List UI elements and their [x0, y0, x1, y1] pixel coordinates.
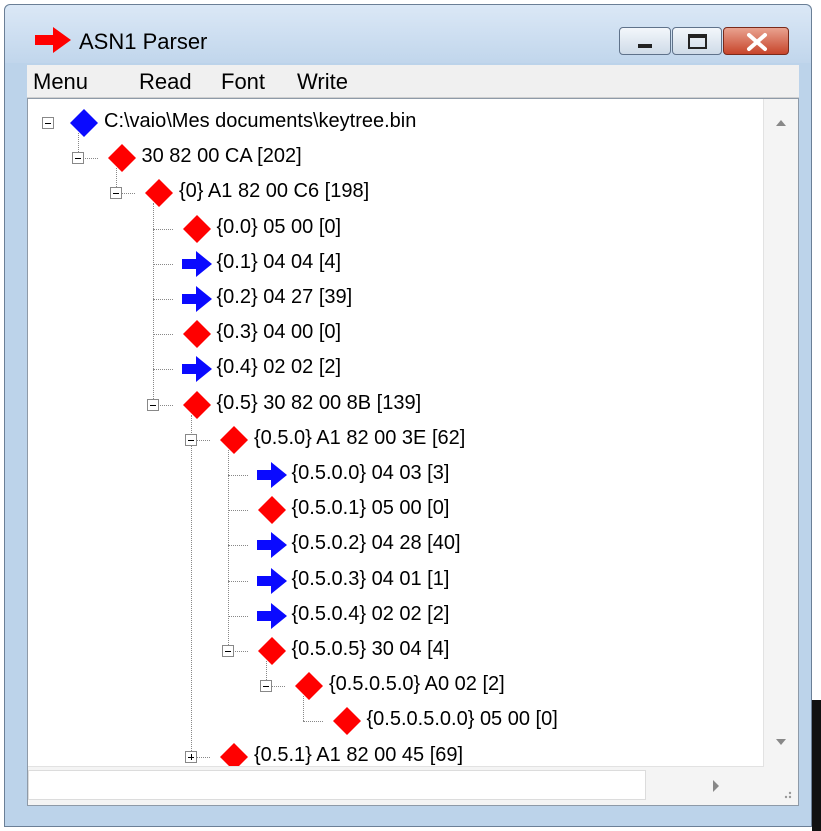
tree-node-label: {0.2} 04 27 [39]	[216, 286, 353, 308]
minimize-icon	[638, 44, 652, 48]
blue-arrow-icon	[181, 356, 212, 383]
scroll-right-arrow-icon[interactable]	[708, 777, 724, 795]
menu-write[interactable]: Write	[297, 69, 348, 95]
tree-node[interactable]: {0.5.0.2} 04 28 [40]	[28, 528, 758, 562]
tree-node-label: {0.5.0.0} 04 03 [3]	[291, 462, 450, 484]
blue-arrow-icon	[256, 602, 287, 629]
collapse-toggle-icon[interactable]	[42, 117, 54, 129]
menu-read[interactable]: Read	[139, 69, 192, 95]
tree-node[interactable]: {0.5.0.5.0} A0 02 [2]	[28, 669, 758, 703]
tree-node-label: {0.1} 04 04 [4]	[216, 250, 342, 273]
tree-node[interactable]: {0.3} 04 00 [0]	[28, 317, 758, 351]
tree-node-label: {0.5.0.1} 05 00 [0]	[291, 497, 450, 520]
tree-node-label: {0.5.0.2} 04 28 [40]	[291, 532, 461, 555]
maximize-button[interactable]	[672, 27, 722, 55]
collapse-toggle-icon[interactable]	[259, 680, 272, 693]
minimize-button[interactable]	[619, 27, 671, 55]
blue-arrow-icon	[181, 250, 212, 277]
tree-node-label: {0.5.0.4} 02 02 [2]	[291, 602, 450, 625]
tree-node[interactable]: {0.5.0.5.0.0} 05 00 [0]	[28, 704, 758, 738]
red-diamond-icon	[145, 179, 173, 208]
collapse-toggle-icon[interactable]	[222, 645, 234, 657]
tree-node[interactable]: {0.4} 02 02 [2]	[28, 352, 758, 386]
red-diamond-icon	[332, 707, 361, 736]
red-diamond-icon	[182, 214, 211, 243]
tree-node[interactable]: 30 82 00 CA [202]	[28, 141, 758, 175]
tree-node[interactable]: {0.5.0.5} 30 04 [4]	[28, 634, 758, 668]
close-icon	[747, 33, 767, 51]
tree-node[interactable]: {0.5.0.0} 04 03 [3]	[28, 458, 758, 492]
collapse-toggle-icon[interactable]	[109, 187, 122, 200]
red-diamond-icon	[182, 390, 211, 419]
background-edge	[812, 700, 821, 831]
size-grip-icon[interactable]	[764, 767, 798, 805]
tree-node[interactable]: {0.5.0.3} 04 01 [1]	[28, 564, 758, 598]
blue-diamond-icon	[70, 109, 98, 137]
blue-arrow-icon	[256, 462, 287, 488]
title-bar[interactable]: ASN1 Parser	[5, 5, 811, 63]
vertical-scrollbar[interactable]	[763, 99, 798, 767]
tree-node-label: {0.3} 04 00 [0]	[216, 321, 342, 344]
red-diamond-icon	[220, 425, 248, 454]
red-diamond-icon	[257, 496, 286, 525]
asn1-tree-view[interactable]: C:\vaio\Mes documents\keytree.bin 30 82 0…	[28, 99, 764, 767]
red-arrow-app-icon	[35, 27, 71, 53]
red-diamond-icon	[182, 320, 211, 349]
scroll-down-arrow-icon	[776, 739, 786, 745]
tree-node[interactable]: {0.5.0.1} 05 00 [0]	[28, 493, 758, 527]
maximize-icon	[688, 34, 707, 49]
tree-node[interactable]: {0.1} 04 04 [4]	[28, 247, 758, 281]
tree-node-label: {0.5.0.5.0} A0 02 [2]	[329, 673, 505, 696]
close-button[interactable]	[723, 27, 789, 55]
tree-node-label: {0.5} 30 82 00 8B [139]	[216, 391, 422, 414]
tree-node-label: C:\vaio\Mes documents\keytree.bin	[104, 110, 417, 132]
scroll-up-arrow-icon	[776, 120, 786, 126]
tree-node-label: {0.5.0.3} 04 01 [1]	[291, 567, 450, 590]
tree-node[interactable]: {0.5.0.4} 02 02 [2]	[28, 599, 758, 633]
tree-node-label: {0.5.0.5} 30 04 [4]	[291, 638, 450, 660]
tree-node-label: {0.5.1} A1 82 00 45 [69]	[254, 743, 464, 766]
menu-menu[interactable]: Menu	[33, 69, 88, 95]
tree-view-panel: C:\vaio\Mes documents\keytree.bin 30 82 0…	[27, 98, 799, 806]
tree-node-label: 30 82 00 CA [202]	[141, 145, 302, 168]
menu-font[interactable]: Font	[221, 69, 265, 95]
horizontal-scrollbar[interactable]	[28, 766, 764, 805]
tree-node-label: {0} A1 82 00 C6 [198]	[179, 180, 370, 203]
tree-node[interactable]: {0.5.0} A1 82 00 3E [62]	[28, 423, 758, 457]
red-diamond-icon	[295, 672, 323, 701]
red-diamond-icon	[107, 144, 136, 173]
tree-node-label: {0.5.0} A1 82 00 3E [62]	[254, 426, 466, 449]
tree-node-label: {0.5.0.5.0.0} 05 00 [0]	[366, 708, 558, 731]
expand-toggle-icon[interactable]	[184, 750, 197, 763]
tree-node[interactable]: {0.5.1} A1 82 00 45 [69]	[28, 740, 758, 767]
blue-arrow-icon	[181, 286, 212, 312]
collapse-toggle-icon[interactable]	[184, 433, 197, 446]
collapse-toggle-icon[interactable]	[147, 398, 159, 411]
tree-node-label: {0.0} 05 00 [0]	[216, 215, 342, 238]
menu-bar: Menu Read Font Write	[27, 65, 799, 98]
tree-node[interactable]: {0.0} 05 00 [0]	[28, 212, 758, 246]
app-window: ASN1 Parser Menu Read Font Write C:\vaio…	[4, 4, 812, 827]
collapse-toggle-icon[interactable]	[72, 152, 84, 165]
red-diamond-icon	[220, 742, 248, 767]
horizontal-scroll-thumb[interactable]	[28, 770, 646, 800]
tree-node[interactable]: {0} A1 82 00 C6 [198]	[28, 176, 758, 210]
tree-node[interactable]: {0.2} 04 27 [39]	[28, 282, 758, 316]
red-diamond-icon	[257, 637, 286, 665]
blue-arrow-icon	[256, 567, 287, 594]
tree-node[interactable]: {0.5} 30 82 00 8B [139]	[28, 388, 758, 422]
tree-node-label: {0.4} 02 02 [2]	[216, 356, 342, 379]
tree-node[interactable]: C:\vaio\Mes documents\keytree.bin	[28, 106, 758, 140]
window-title: ASN1 Parser	[79, 29, 208, 54]
blue-arrow-icon	[256, 532, 287, 559]
